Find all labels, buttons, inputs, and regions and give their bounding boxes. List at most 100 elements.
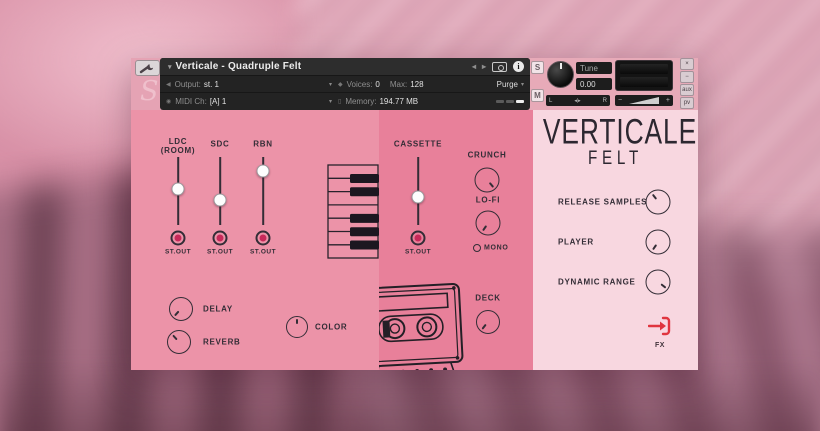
slider-handle[interactable] [214,193,227,206]
volume-minus[interactable]: − [618,97,622,104]
snapshot-camera-icon[interactable] [492,62,507,72]
tune-value: 0.00 [580,80,596,89]
minimize-button[interactable]: − [680,71,694,83]
ldc-room-label: LDC (ROOM) [152,137,204,155]
edit-wrench-button[interactable] [135,60,160,76]
cassette-st-out-label: ST.OUT [405,249,431,256]
pan-slider[interactable]: L ◂|▸ R [546,95,610,106]
ldc-output-led[interactable] [171,231,186,246]
tune-knob[interactable] [547,61,574,88]
tune-value-chip[interactable]: 0.00 [576,78,612,90]
slider-track [219,157,221,225]
output-voices-row: ◀ Output: st. 1 ▾ ◆ Voices: 0 Max: 128 P… [160,76,530,93]
max-label: Max: [390,80,407,89]
knob-pointer [652,244,657,250]
knob-pointer [296,319,298,324]
mono-radio[interactable] [473,244,481,252]
cpu-meter-dashes [496,100,524,103]
fx-page-button[interactable]: FX [645,316,675,349]
kontakt-header-right: S M Tune 0.00 L ◂|▸ R − + [530,58,698,110]
rbn-output-led[interactable] [256,231,271,246]
instrument-dropdown-icon[interactable]: ▾ [168,63,172,71]
purge-button[interactable]: Purge ▾ [497,80,524,89]
output-value[interactable]: st. 1 [204,80,219,89]
next-instrument-icon[interactable]: ▸ [482,62,486,71]
cassette-output-led[interactable] [411,231,426,246]
sdc-st-out-label: ST.OUT [207,249,233,256]
mic-mix-panel: LDC (ROOM) SDC RBN ST.OUT [131,110,379,370]
midi-label: MIDI Ch: [175,97,207,106]
instrument-logo-subtitle: FELT [537,148,694,170]
slider-handle[interactable] [257,164,270,177]
dynamic-range-label: DYNAMIC RANGE [558,278,636,287]
purge-label: Purge [497,80,518,89]
pan-right-label: R [603,98,607,104]
info-icon[interactable]: i [513,61,524,72]
midi-memory-row: ◉ MIDI Ch: [A] 1 ▾ ▯ Memory: 194.77 MB [160,93,530,110]
fx-arrow-icon [648,316,672,336]
background-dark-band [0,361,820,431]
delay-knob[interactable] [169,297,193,321]
slider-handle[interactable] [172,182,185,195]
header-side-buttons: × − aux pv [680,58,694,109]
cassette-slider[interactable] [410,157,426,225]
aux-button[interactable]: aux [680,84,694,96]
player-label: PLAYER [558,238,594,247]
sdc-output-led[interactable] [213,231,228,246]
piano-keys-graphic [327,164,379,259]
volume-slider[interactable]: − + [615,95,673,106]
output-dropdown-icon[interactable]: ▾ [329,81,332,88]
release-samples-label: RELEASE SAMPLES [558,198,647,207]
output-icon: ◀ [166,81,171,88]
midi-dropdown-icon[interactable]: ▾ [329,98,332,105]
close-button[interactable]: × [680,58,694,70]
instrument-title: Verticale - Quadruple Felt [176,61,302,72]
cassette-label: CASSETTE [394,140,442,149]
slider-handle[interactable] [412,191,425,204]
knob-pointer [488,182,493,188]
tune-label: Tune [580,64,598,73]
midi-value[interactable]: [A] 1 [210,97,226,106]
voices-label: Voices: [347,80,373,89]
instrument-logo-title: VERTICALE [543,113,688,153]
delay-label: DELAY [203,305,233,314]
sdc-label: SDC [211,140,230,149]
voices-icon: ◆ [338,81,343,88]
pv-button[interactable]: pv [680,97,694,109]
dynamic-range-knob[interactable] [646,270,671,295]
pan-center-icon: ◂|▸ [574,98,580,104]
rbn-st-out-label: ST.OUT [250,249,276,256]
release-samples-knob[interactable] [646,190,671,215]
ldc-room-slider[interactable] [170,157,186,225]
kontakt-instrument-window: S ▾ Verticale - Quadruple Felt ◂ ▸ i [131,58,698,370]
max-value[interactable]: 128 [410,80,423,89]
knob-pointer [482,225,487,231]
screenshot-stage: S ▾ Verticale - Quadruple Felt ◂ ▸ i [0,0,820,431]
header-strip: S ▾ Verticale - Quadruple Felt ◂ ▸ i [131,58,698,110]
volume-plus[interactable]: + [666,97,670,104]
voices-value: 0 [375,80,379,89]
lo-fi-knob[interactable] [476,211,501,236]
knob-pointer [651,194,656,200]
sdc-slider[interactable] [212,157,228,225]
wrench-icon [139,63,156,74]
color-knob[interactable] [286,316,308,338]
crunch-knob[interactable] [475,168,500,193]
prev-instrument-icon[interactable]: ◂ [472,62,476,71]
player-knob[interactable] [646,230,671,255]
level-meter [615,60,673,91]
memory-value: 194.77 MB [379,97,418,106]
mono-label: MONO [484,245,509,252]
volume-wedge [629,97,659,104]
rbn-slider[interactable] [255,157,271,225]
solo-button[interactable]: S [531,61,544,74]
pan-left-label: L [549,98,552,104]
crunch-label: CRUNCH [468,151,507,160]
mute-button[interactable]: M [531,89,544,102]
purge-dropdown-icon: ▾ [521,81,524,88]
reverb-knob[interactable] [167,330,191,354]
tune-label-chip: Tune [576,62,612,74]
deck-label: DECK [475,294,500,303]
deck-knob[interactable] [476,310,500,334]
title-row: ▾ Verticale - Quadruple Felt ◂ ▸ i [160,58,530,76]
